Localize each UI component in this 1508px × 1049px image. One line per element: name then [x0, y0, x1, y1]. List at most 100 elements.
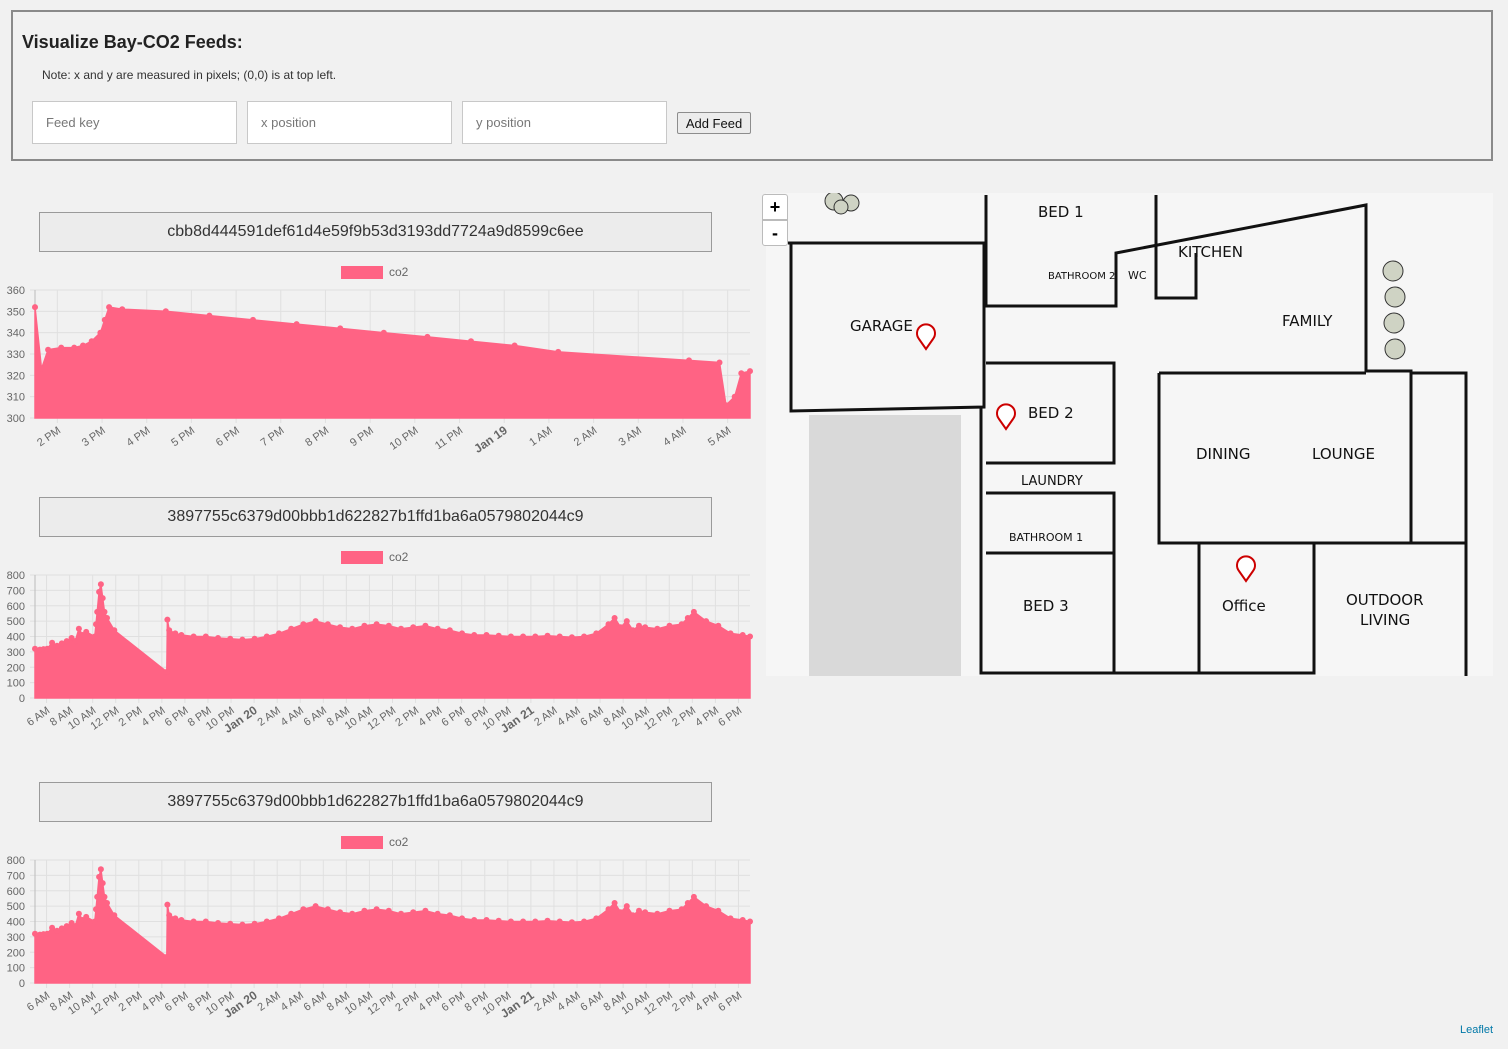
x-tick-label: 5 PM	[169, 425, 197, 450]
x-tick-label: 6 AM	[25, 990, 52, 1014]
x-tick-label: 6 AM	[302, 705, 329, 729]
data-point	[642, 909, 649, 916]
y-tick-label: 700	[7, 585, 25, 597]
data-point	[104, 615, 110, 621]
data-point	[507, 918, 514, 925]
data-point	[75, 625, 82, 632]
map-marker-icon[interactable]	[1235, 555, 1257, 583]
x-tick-label: 6 PM	[163, 990, 191, 1015]
data-point	[337, 325, 344, 332]
data-point	[507, 633, 514, 640]
room-label: DINING	[1196, 445, 1250, 463]
room-label: LOUNGE	[1312, 445, 1375, 463]
data-point	[88, 338, 95, 345]
x-tick-label: 4 PM	[416, 705, 444, 730]
legend-swatch	[341, 266, 383, 280]
chart-legend[interactable]: co2	[341, 834, 408, 850]
data-point	[398, 910, 404, 917]
x-tick-label: 1 AM	[527, 425, 554, 449]
data-point	[250, 316, 256, 323]
y-tick-label: 500	[7, 901, 25, 913]
x-tick-label: 5 AM	[706, 425, 733, 449]
data-point	[300, 906, 307, 913]
data-point	[611, 615, 618, 621]
feed-form-panel: Visualize Bay-CO2 Feeds: Note: x and y a…	[11, 10, 1493, 161]
data-point	[654, 910, 661, 917]
data-point	[206, 312, 213, 319]
floorplan-map[interactable]: BED 1 BATHROOM 2 WC KITCHEN GARAGE FAMIL…	[766, 193, 1493, 676]
data-point	[119, 306, 126, 313]
data-point	[483, 632, 490, 638]
data-point	[276, 630, 282, 637]
data-point	[44, 645, 51, 652]
data-point	[471, 632, 478, 638]
data-point	[715, 907, 722, 914]
data-point	[172, 630, 179, 637]
data-point	[544, 917, 551, 924]
data-point	[106, 304, 113, 311]
data-point	[446, 627, 453, 634]
data-point	[164, 901, 171, 908]
leaflet-attribution-link[interactable]: Leaflet	[1460, 1024, 1493, 1036]
y-tick-label: 800	[7, 855, 25, 867]
data-point	[678, 621, 685, 628]
data-point	[99, 880, 106, 887]
data-point	[611, 900, 618, 906]
data-point	[93, 906, 99, 913]
data-point	[263, 633, 270, 640]
x-tick-label: 6 PM	[716, 705, 744, 730]
data-point	[361, 622, 368, 629]
legend-label: co2	[389, 265, 409, 279]
data-point	[293, 321, 300, 328]
data-point	[71, 344, 78, 351]
data-point	[111, 627, 118, 634]
data-point	[434, 625, 441, 632]
data-point	[716, 359, 723, 366]
data-point	[111, 912, 118, 919]
data-point	[684, 615, 691, 621]
map-marker-icon[interactable]	[995, 403, 1017, 431]
data-point	[532, 633, 539, 640]
data-point	[727, 915, 734, 922]
x-tick-label: 6 PM	[716, 990, 744, 1015]
data-point	[636, 622, 642, 629]
y-tick-label: 350	[7, 306, 25, 318]
y-position-input[interactable]	[462, 101, 667, 144]
data-point	[422, 622, 429, 629]
data-point	[288, 625, 295, 632]
data-point	[605, 906, 612, 913]
data-point	[32, 304, 38, 311]
data-point	[690, 608, 697, 615]
y-tick-label: 200	[7, 947, 25, 959]
data-point	[97, 866, 104, 873]
room-label: GARAGE	[850, 317, 913, 335]
chart-legend[interactable]: co2	[341, 549, 408, 565]
data-point	[459, 915, 465, 922]
room-label: LAUNDRY	[1021, 474, 1083, 489]
map-marker-icon[interactable]	[915, 323, 937, 351]
y-tick-label: 360	[7, 285, 25, 297]
x-tick-label: 3 AM	[617, 425, 644, 449]
add-feed-button[interactable]: Add Feed	[677, 112, 751, 134]
x-tick-label: 6 PM	[214, 425, 242, 450]
data-point	[162, 308, 169, 315]
zoom-in-button[interactable]: +	[762, 194, 788, 220]
x-tick-label: 4 AM	[555, 990, 582, 1014]
feed-key-input[interactable]	[32, 101, 237, 144]
x-position-input[interactable]	[247, 101, 452, 144]
zoom-out-button[interactable]: -	[762, 220, 788, 246]
y-tick-label: 300	[7, 647, 25, 659]
data-point	[739, 632, 746, 638]
chart-legend[interactable]: co2	[341, 264, 408, 280]
y-tick-label: 500	[7, 616, 25, 628]
x-tick-label: 2 PM	[670, 705, 698, 730]
legend-swatch	[341, 836, 383, 850]
data-point	[446, 912, 453, 919]
y-tick-label: 100	[7, 963, 25, 975]
data-point	[520, 633, 527, 640]
data-point	[99, 595, 106, 602]
data-point	[605, 621, 612, 628]
data-point	[385, 907, 392, 914]
room-label: Office	[1222, 597, 1266, 615]
data-point	[251, 635, 258, 642]
